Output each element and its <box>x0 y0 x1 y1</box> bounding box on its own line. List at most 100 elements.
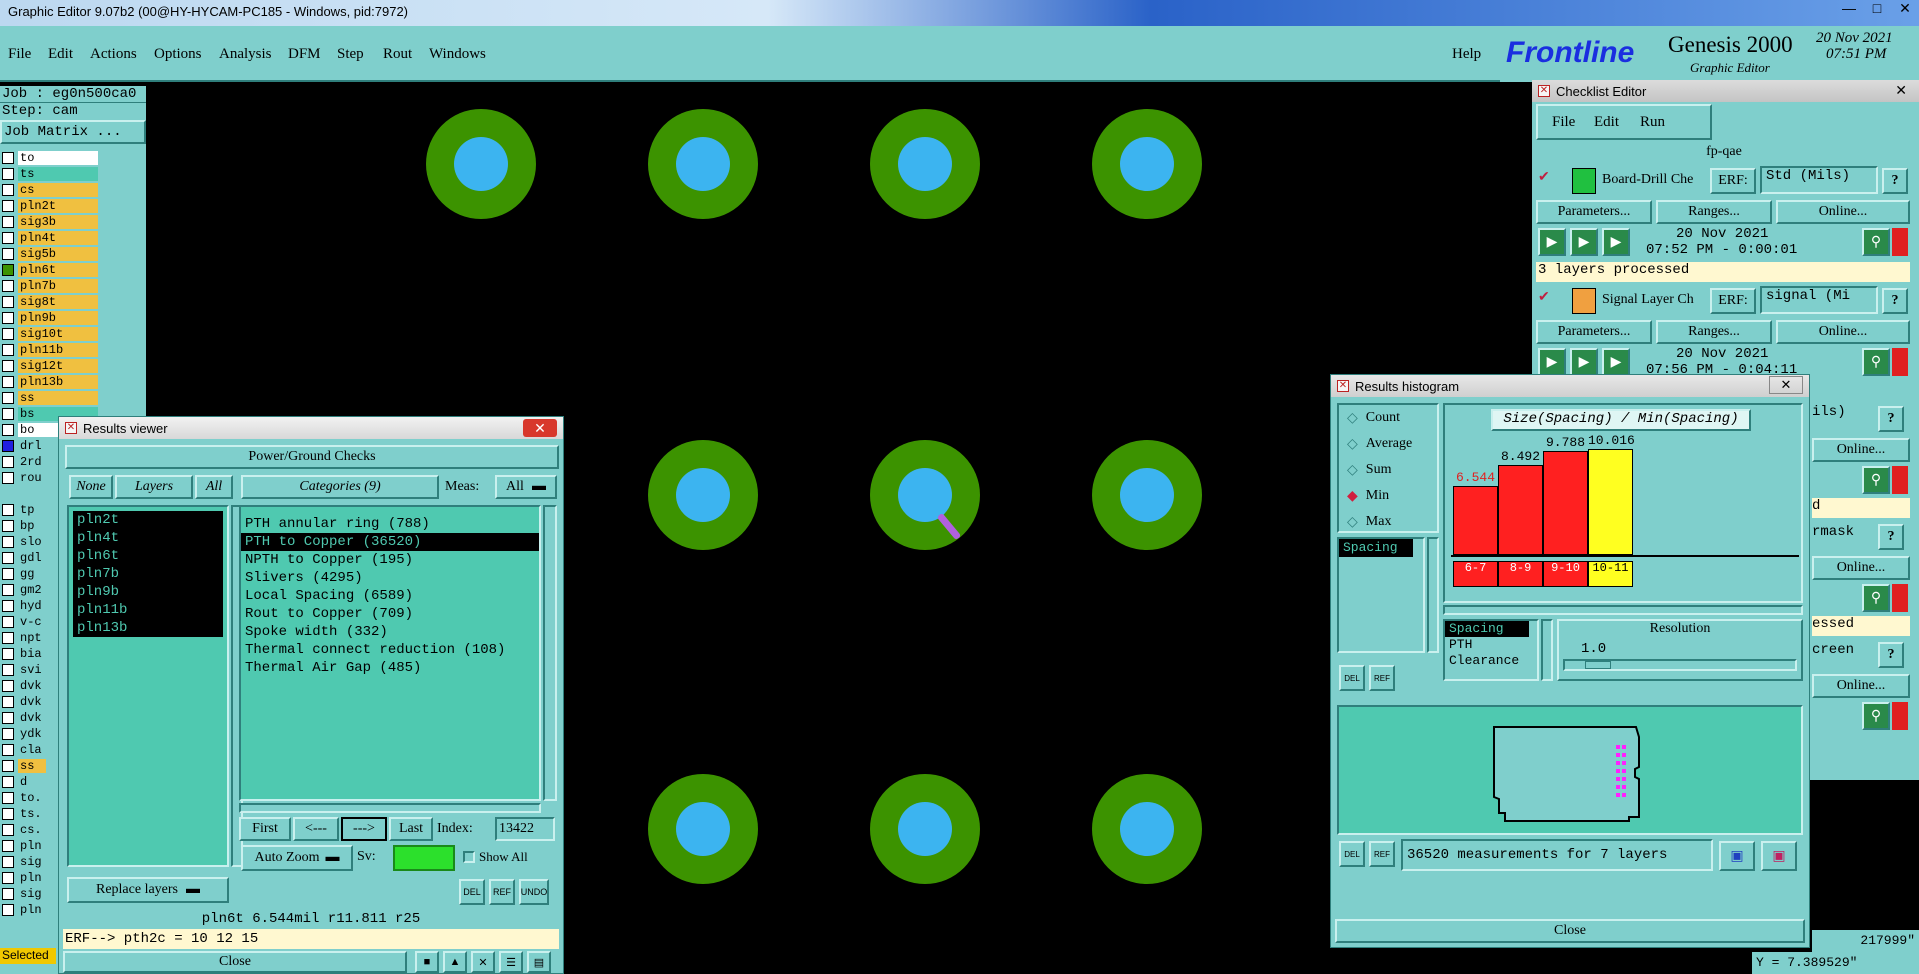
layer-row[interactable]: ss <box>0 390 146 406</box>
measure-list-scrollbar[interactable] <box>1427 537 1439 653</box>
layer-checkbox[interactable] <box>2 824 14 836</box>
online-button[interactable]: Online... <box>1812 438 1910 462</box>
layer-checkbox[interactable] <box>2 840 14 852</box>
layer-checkbox[interactable] <box>2 408 14 420</box>
menu-analysis[interactable]: Analysis <box>219 46 272 63</box>
close-icon[interactable]: ✕ <box>1769 376 1803 394</box>
sv-color-select[interactable] <box>393 845 455 871</box>
layer-row[interactable]: sig5b <box>0 246 146 262</box>
del-icon[interactable]: DEL <box>459 879 485 905</box>
categories-button[interactable]: Categories (9) <box>241 475 439 499</box>
replace-layers-select[interactable]: Replace layers ▬ <box>67 877 229 903</box>
menu-dfm[interactable]: DFM <box>288 46 321 63</box>
layer-checkbox[interactable] <box>2 680 14 692</box>
help-icon[interactable]: ? <box>1878 524 1904 550</box>
category-list-item[interactable]: Rout to Copper (709) <box>241 605 539 623</box>
slider-handle[interactable] <box>1585 661 1611 669</box>
layer-row[interactable]: pln2t <box>0 198 146 214</box>
layer-row[interactable]: pln7b <box>0 278 146 294</box>
meas-select[interactable]: All ▬ <box>495 475 557 499</box>
ref-icon[interactable]: REF <box>1369 665 1395 691</box>
menu-file[interactable]: File <box>8 46 31 63</box>
option-count[interactable]: ◇ Count <box>1339 405 1437 431</box>
layer-checkbox[interactable] <box>2 904 14 916</box>
next-button[interactable]: ---> <box>341 817 387 841</box>
layer-row[interactable]: pln4t <box>0 230 146 246</box>
run-icon[interactable]: ▶ <box>1570 348 1598 376</box>
layer-list-item[interactable]: pln7b <box>73 565 223 583</box>
menu-help[interactable]: Help <box>1452 46 1481 63</box>
del-icon[interactable]: DEL <box>1339 841 1365 867</box>
layer-checkbox[interactable] <box>2 232 14 244</box>
category-list-item[interactable]: PTH to Copper (36520) <box>241 533 539 551</box>
ref-icon[interactable]: REF <box>1369 841 1395 867</box>
checklist-menu-file[interactable]: File <box>1552 114 1575 131</box>
run-icon[interactable]: ▶ <box>1602 228 1630 256</box>
parameters-button[interactable]: Parameters... <box>1536 200 1652 224</box>
erf-button[interactable]: ERF: <box>1710 288 1756 314</box>
stack-icon[interactable]: ☰ <box>499 951 523 973</box>
layer-checkbox[interactable] <box>2 888 14 900</box>
menu-actions[interactable]: Actions <box>90 46 137 63</box>
close-icon[interactable]: ✕ <box>523 419 557 437</box>
histogram-bar[interactable] <box>1453 485 1498 555</box>
category-list-item[interactable]: Slivers (4295) <box>241 569 539 587</box>
help-icon[interactable]: ? <box>1878 406 1904 432</box>
histogram-bar[interactable] <box>1498 465 1543 555</box>
run-icon[interactable]: ▶ <box>1570 228 1598 256</box>
layer-checkbox[interactable] <box>2 600 14 612</box>
close-icon[interactable]: ✕ <box>1891 0 1919 22</box>
layer-checkbox[interactable] <box>2 296 14 308</box>
categories-list[interactable]: PTH annular ring (788) PTH to Copper (365… <box>239 505 541 801</box>
layer-checkbox[interactable] <box>2 280 14 292</box>
show-all-checkbox[interactable] <box>463 851 475 863</box>
layer-checkbox[interactable] <box>2 536 14 548</box>
layer-row[interactable]: pln11b <box>0 342 146 358</box>
layer-checkbox[interactable] <box>2 744 14 756</box>
layer-checkbox[interactable] <box>2 792 14 804</box>
layer-checkbox[interactable] <box>2 712 14 724</box>
ref-icon[interactable]: REF <box>489 879 515 905</box>
layer-row[interactable]: cs <box>0 182 146 198</box>
histogram-bar[interactable] <box>1588 449 1633 555</box>
close-button[interactable]: Close <box>63 951 407 973</box>
category-list-item[interactable]: NPTH to Copper (195) <box>241 551 539 569</box>
option-average[interactable]: ◇ Average <box>1339 431 1437 457</box>
layer-list-item[interactable]: pln11b <box>73 601 223 619</box>
layers-list[interactable]: pln2t pln4t pln6t pln7b pln9b pln11b pln13b <box>67 505 229 867</box>
restore-icon[interactable]: □ <box>1863 0 1891 22</box>
layer-row[interactable]: pln13b <box>0 374 146 390</box>
run-icon[interactable]: ▶ <box>1538 228 1566 256</box>
online-button[interactable]: Online... <box>1776 320 1910 344</box>
menu-windows[interactable]: Windows <box>429 46 486 63</box>
erf-value[interactable]: Std (Mils) <box>1760 166 1878 194</box>
undo-icon[interactable]: UNDO <box>519 879 549 905</box>
categories-scrollbar[interactable] <box>543 505 557 801</box>
close-icon[interactable]: ✕ <box>1895 82 1907 99</box>
help-icon[interactable]: ? <box>1882 168 1908 194</box>
layer-checkbox[interactable] <box>2 456 14 468</box>
online-button[interactable]: Online... <box>1776 200 1910 224</box>
layer-checkbox[interactable] <box>2 344 14 356</box>
resolution-slider[interactable] <box>1563 659 1797 671</box>
layer-row[interactable]: sig3b <box>0 214 146 230</box>
histogram-close-button[interactable]: Close <box>1335 919 1805 943</box>
layer-checkbox[interactable] <box>2 760 14 772</box>
layer-checkbox[interactable] <box>2 152 14 164</box>
layer-row[interactable]: pln9b <box>0 310 146 326</box>
layer-checkbox[interactable] <box>2 504 14 516</box>
category-list-item[interactable]: Thermal connect reduction (108) <box>241 641 539 659</box>
online-button[interactable]: Online... <box>1812 556 1910 580</box>
option-sum[interactable]: ◇ Sum <box>1339 457 1437 483</box>
erf-value[interactable]: signal (Mi <box>1760 286 1878 314</box>
layer-checkbox[interactable] <box>2 568 14 580</box>
layer-row[interactable]: sig10t <box>0 326 146 342</box>
layer-checkbox[interactable] <box>2 184 14 196</box>
layer-icon[interactable]: ■ <box>415 951 439 973</box>
layer-checkbox[interactable] <box>2 392 14 404</box>
index-input[interactable]: 13422 <box>495 817 555 841</box>
del-icon[interactable]: DEL <box>1339 665 1365 691</box>
layer-row[interactable]: sig8t <box>0 294 146 310</box>
minimize-icon[interactable]: — <box>1835 0 1863 22</box>
layer-checkbox[interactable] <box>2 328 14 340</box>
